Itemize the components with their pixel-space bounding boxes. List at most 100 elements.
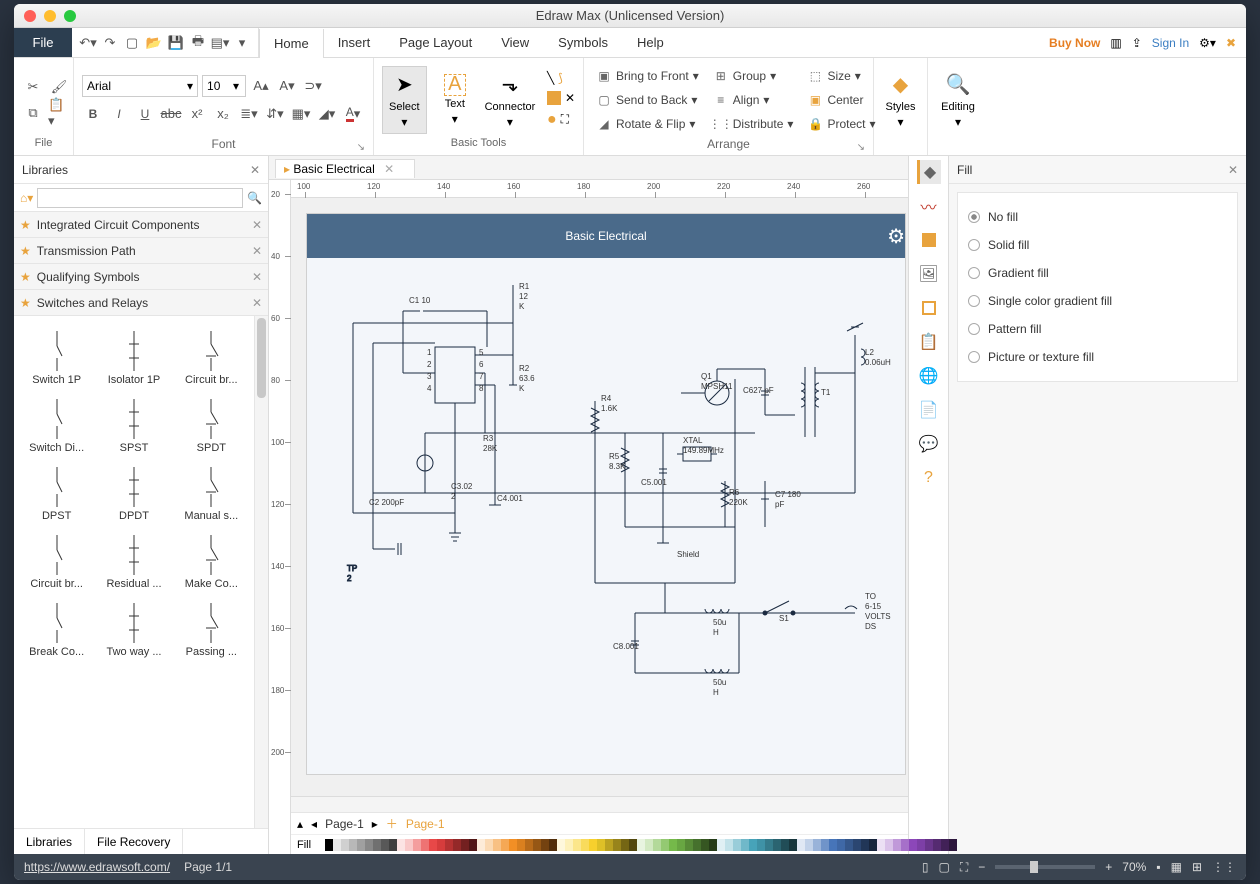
shape-item[interactable]: DPDT	[95, 458, 172, 526]
color-swatch[interactable]	[389, 839, 397, 851]
color-swatch[interactable]	[877, 839, 885, 851]
color-swatch[interactable]	[613, 839, 621, 851]
shape-item[interactable]: SPDT	[173, 390, 250, 458]
protect-button[interactable]: 🔒Protect▾	[803, 113, 879, 135]
color-swatch[interactable]	[653, 839, 661, 851]
shrink-font-icon[interactable]: A▾	[276, 75, 298, 97]
search-icon[interactable]: 🔍	[247, 191, 262, 205]
color-swatch[interactable]	[685, 839, 693, 851]
library-scrollbar[interactable]	[254, 316, 268, 828]
size-button[interactable]: ⬚Size▾	[803, 65, 879, 87]
color-swatch[interactable]	[893, 839, 901, 851]
tab-view[interactable]: View	[487, 28, 544, 57]
view-mode-1-icon[interactable]: ▯	[922, 860, 929, 874]
close-panel-icon[interactable]: ✕	[250, 163, 260, 177]
font-size-input[interactable]	[203, 79, 233, 93]
zoom-level[interactable]: 70%	[1122, 860, 1146, 874]
close-category-icon[interactable]: ✕	[252, 270, 262, 284]
sign-in-link[interactable]: Sign In	[1152, 36, 1189, 50]
paste-icon[interactable]: 📋▾	[48, 102, 70, 124]
library-category[interactable]: ★Integrated Circuit Components✕	[14, 212, 268, 238]
color-swatch[interactable]	[557, 839, 565, 851]
picture-tab-icon[interactable]: 🖼	[917, 262, 941, 286]
color-swatch[interactable]	[869, 839, 877, 851]
color-swatch[interactable]	[429, 839, 437, 851]
tab-help[interactable]: Help	[623, 28, 679, 57]
superscript-button[interactable]: x²	[186, 103, 208, 125]
library-category[interactable]: ★Qualifying Symbols✕	[14, 264, 268, 290]
fill-option[interactable]: Pattern fill	[968, 315, 1227, 343]
shape-item[interactable]: Make Co...	[173, 526, 250, 594]
zoom-slider[interactable]	[995, 865, 1095, 869]
new-icon[interactable]: ▢	[124, 35, 140, 51]
color-swatch[interactable]	[917, 839, 925, 851]
color-swatch[interactable]	[517, 839, 525, 851]
close-category-icon[interactable]: ✕	[252, 296, 262, 310]
print-icon[interactable]: 🖶	[190, 35, 206, 51]
tab-home[interactable]: Home	[259, 29, 324, 58]
page-nav-prev-icon[interactable]: ◂	[311, 817, 317, 831]
strike-button[interactable]: abc	[160, 103, 182, 125]
color-swatch[interactable]	[661, 839, 669, 851]
status-icon-2[interactable]: ▦	[1171, 860, 1182, 874]
fill-option[interactable]: Gradient fill	[968, 259, 1227, 287]
color-swatch[interactable]	[573, 839, 581, 851]
highlight-button[interactable]: ◢▾	[316, 103, 338, 125]
help-tab-icon[interactable]: ?	[917, 466, 941, 490]
close-panel-icon[interactable]: ✕	[1228, 163, 1238, 177]
tab-symbols[interactable]: Symbols	[544, 28, 623, 57]
italic-button[interactable]: I	[108, 103, 130, 125]
curved-text-icon[interactable]: ⊃▾	[302, 75, 324, 97]
shape-item[interactable]: SPST	[95, 390, 172, 458]
color-swatch[interactable]	[717, 839, 725, 851]
bullets-button[interactable]: ≣▾	[238, 103, 260, 125]
color-swatch[interactable]	[949, 839, 957, 851]
color-swatch[interactable]	[501, 839, 509, 851]
font-name-combo[interactable]: ▾	[82, 75, 198, 97]
subscript-button[interactable]: x₂	[212, 103, 234, 125]
connector-tool[interactable]: ⬎Connector▾	[483, 67, 537, 133]
dialog-launcher-icon[interactable]: ↘	[357, 142, 365, 153]
color-swatch[interactable]	[645, 839, 653, 851]
close-tab-icon[interactable]: ✕	[384, 162, 394, 176]
color-swatch[interactable]	[405, 839, 413, 851]
font-color-button[interactable]: A▾	[342, 103, 364, 125]
scrollbar-thumb[interactable]	[257, 318, 266, 398]
color-swatch[interactable]	[381, 839, 389, 851]
color-swatch[interactable]	[605, 839, 613, 851]
font-size-combo[interactable]: ▾	[202, 75, 246, 97]
color-swatch[interactable]	[317, 839, 325, 851]
color-swatch[interactable]	[485, 839, 493, 851]
color-swatch[interactable]	[437, 839, 445, 851]
color-swatch[interactable]	[741, 839, 749, 851]
color-swatch[interactable]	[733, 839, 741, 851]
add-page-icon[interactable]: ＋	[386, 815, 398, 832]
footer-tab-libraries[interactable]: Libraries	[14, 829, 85, 854]
shape-item[interactable]: Two way ...	[95, 594, 172, 662]
crop-tool-icon[interactable]: ⛶	[561, 112, 569, 127]
color-swatch[interactable]	[853, 839, 861, 851]
color-swatch[interactable]	[509, 839, 517, 851]
status-url[interactable]: https://www.edrawsoft.com/	[24, 860, 170, 874]
color-swatch[interactable]	[397, 839, 405, 851]
distribute-button[interactable]: ⋮⋮Distribute▾	[709, 113, 798, 135]
layer-tab-icon[interactable]	[917, 296, 941, 320]
color-swatch[interactable]	[669, 839, 677, 851]
color-swatch[interactable]	[333, 839, 341, 851]
color-swatch[interactable]	[901, 839, 909, 851]
drawing-page[interactable]: Basic Electrical ⚙	[307, 214, 905, 774]
color-swatch[interactable]	[365, 839, 373, 851]
color-swatch[interactable]	[773, 839, 781, 851]
editing-button[interactable]: 🔍Editing▾	[936, 67, 980, 133]
color-swatch[interactable]	[909, 839, 917, 851]
align-button[interactable]: ≡Align▾	[709, 89, 798, 111]
document-tab[interactable]: ▸ Basic Electrical ✕	[275, 159, 415, 178]
clipboard-tab-icon[interactable]: 📋	[917, 330, 941, 354]
color-swatch[interactable]	[749, 839, 757, 851]
color-swatch[interactable]	[885, 839, 893, 851]
fill-option[interactable]: No fill	[968, 203, 1227, 231]
shape-item[interactable]: Break Co...	[18, 594, 95, 662]
font-name-input[interactable]	[83, 79, 183, 93]
shadow-tab-icon[interactable]	[917, 228, 941, 252]
group-button[interactable]: ⊞Group▾	[709, 65, 798, 87]
